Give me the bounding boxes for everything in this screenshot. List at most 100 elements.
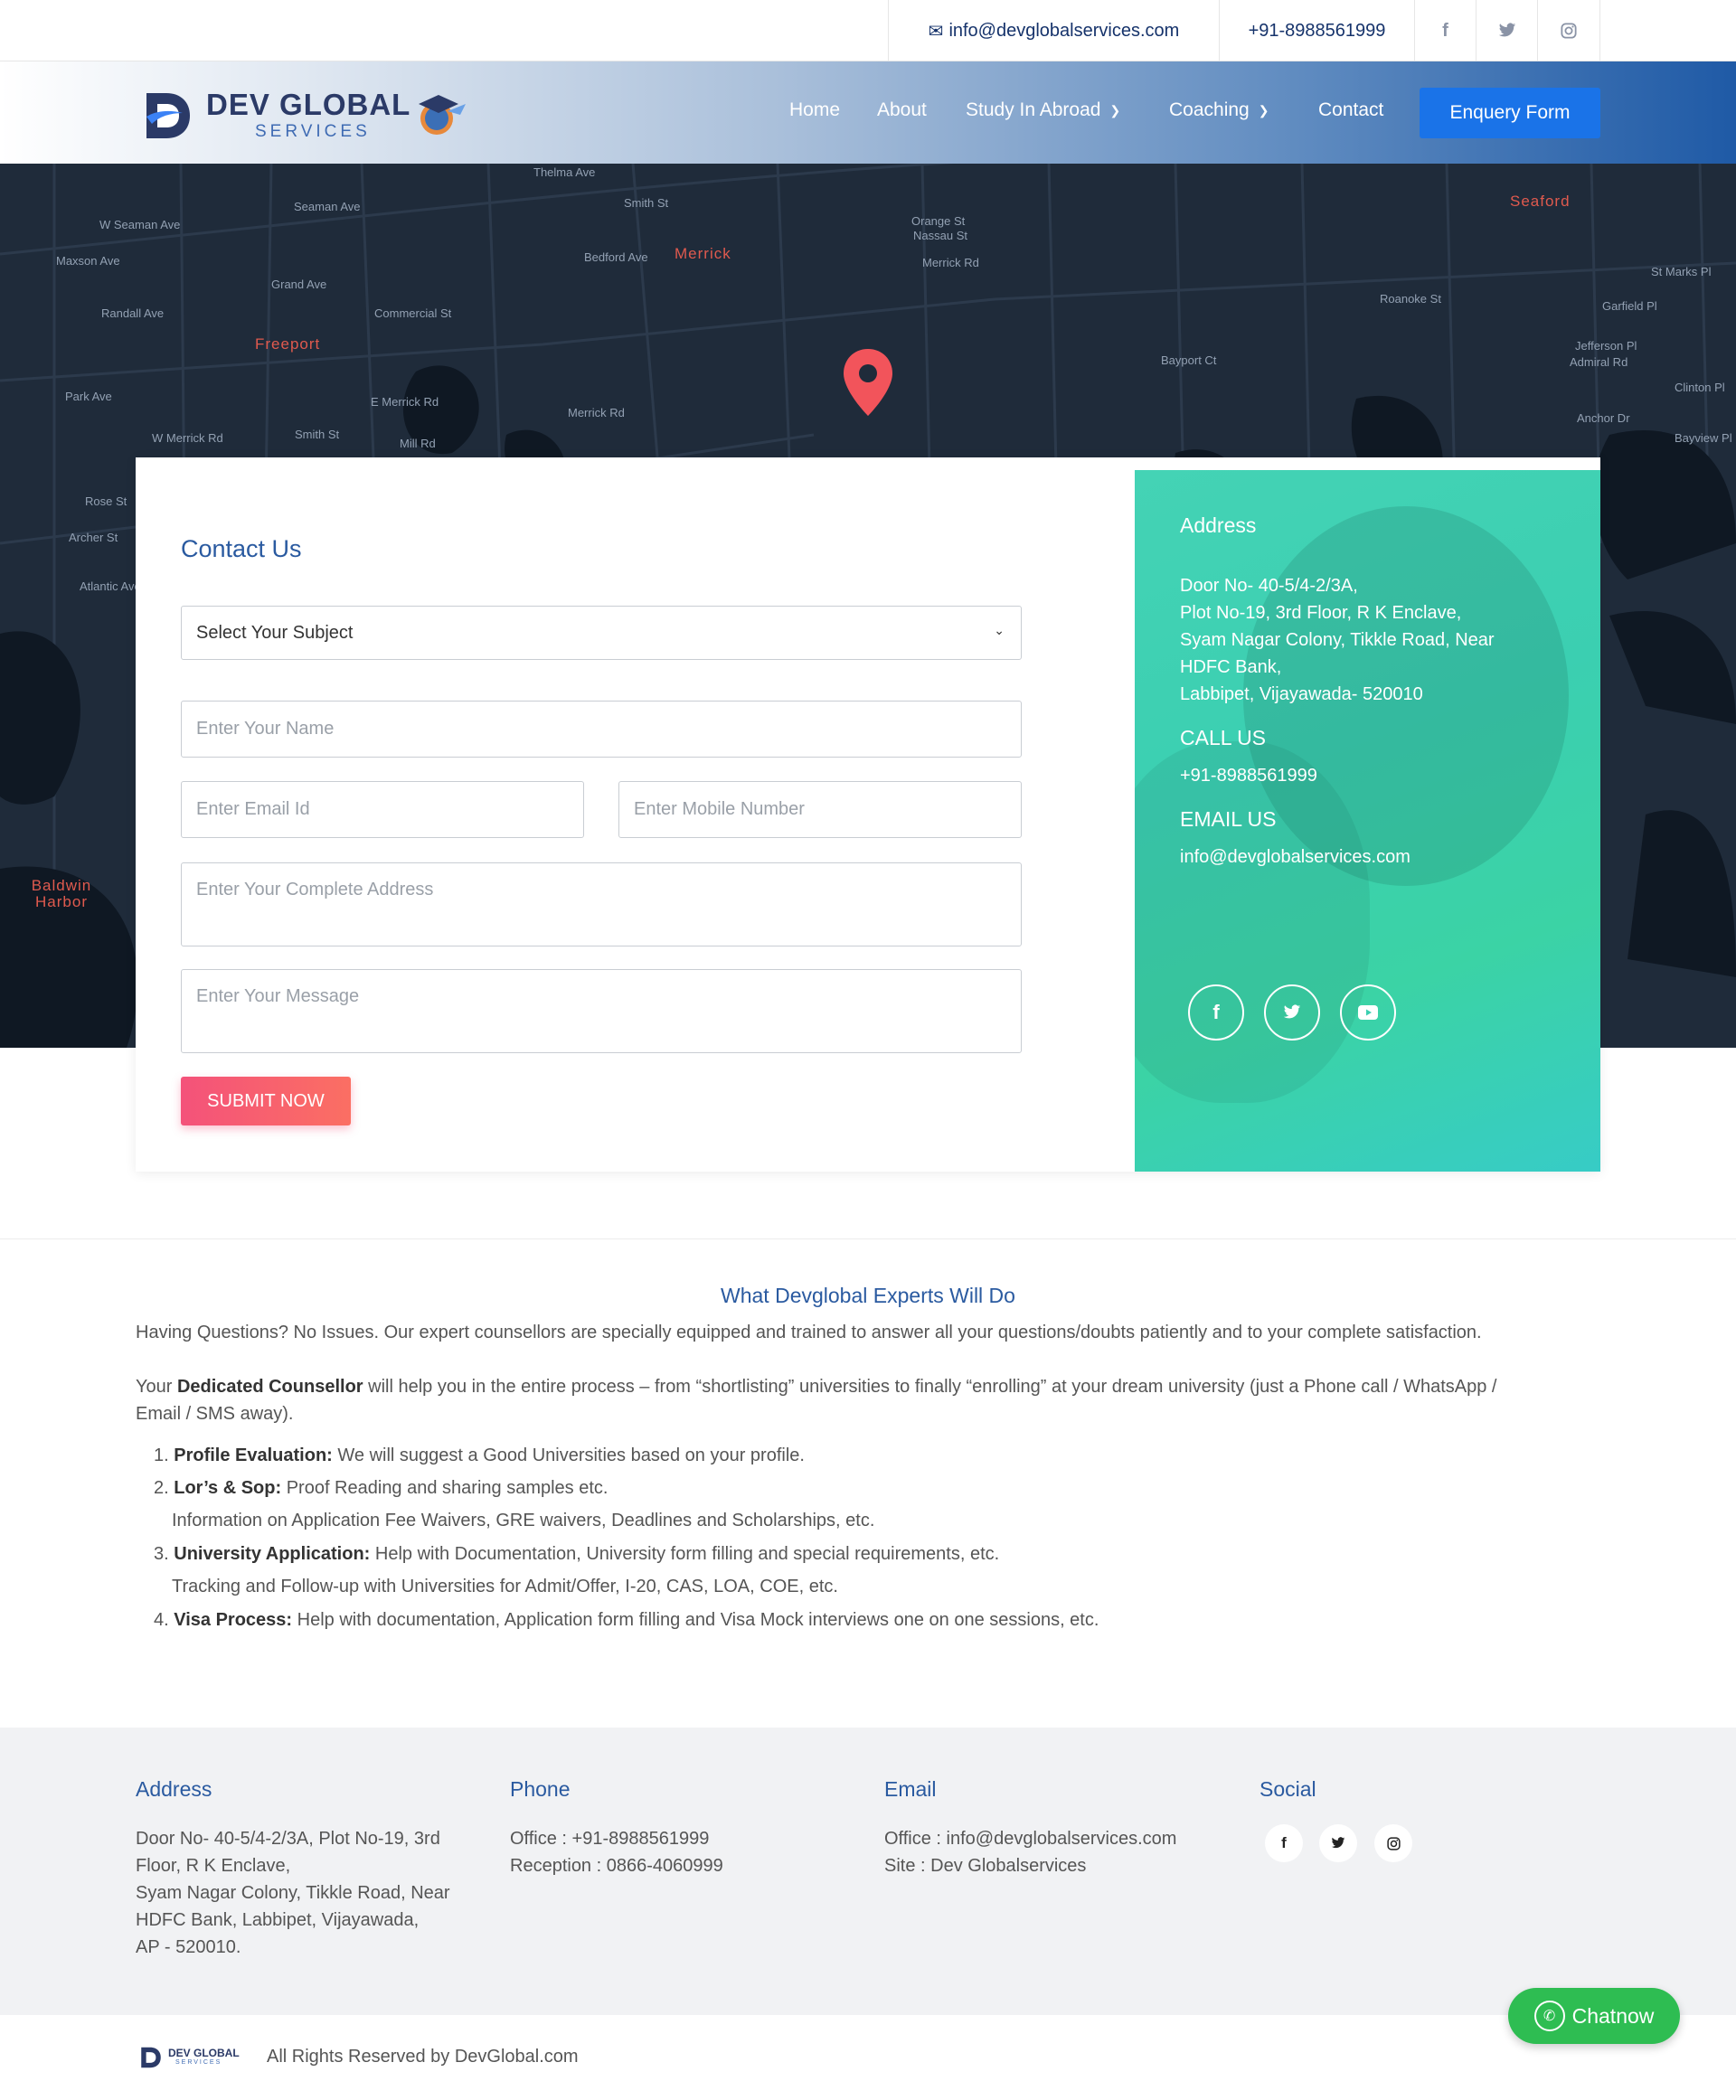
nav-study-abroad[interactable]: Study In Abroad ❯ — [966, 99, 1120, 121]
graduation-cap-icon — [419, 95, 466, 135]
footer-site: Site : Dev Globalservices — [884, 1856, 1087, 1876]
twitter-icon[interactable] — [1319, 1824, 1357, 1862]
message-placeholder: Enter Your Message — [196, 986, 360, 1006]
list-item-text: Help with documentation, Application for… — [292, 1610, 1099, 1630]
logo-d-icon — [146, 93, 190, 138]
map-label: Smith St — [624, 196, 669, 210]
map-label-merrick: Merrick — [675, 245, 731, 262]
enquiry-label: Enquery Form — [1449, 102, 1571, 123]
list-number: 2. — [154, 1478, 169, 1498]
top-bar: ✉ info@devglobalservices.com +91-8988561… — [0, 0, 1736, 61]
panel-photo-overlay — [1135, 741, 1370, 1103]
list-item: 1. Profile Evaluation: We will suggest a… — [154, 1446, 805, 1466]
map-label: Bayview Pl — [1675, 431, 1732, 445]
map-label: Bayport Ct — [1161, 353, 1217, 367]
contact-title: Contact Us — [181, 535, 302, 562]
nav-home[interactable]: Home — [789, 99, 840, 121]
map-label: Smith St — [295, 428, 340, 441]
map-label: E Merrick Rd — [371, 395, 439, 409]
footer-email-heading: Email — [884, 1777, 937, 1801]
facebook-icon[interactable]: f — [1414, 0, 1476, 61]
copyright-text: All Rights Reserved by DevGlobal.com — [267, 2047, 579, 2067]
info-email-link[interactable]: info@devglobalservices.com — [1180, 843, 1410, 871]
map-label-seaford: Seaford — [1510, 193, 1571, 210]
list-number: 4. — [154, 1610, 169, 1630]
map-label: Thelma Ave — [533, 165, 596, 179]
nav-about[interactable]: About — [877, 99, 927, 121]
info-address-line: Syam Nagar Colony, Tikkle Road, Near — [1180, 630, 1495, 650]
youtube-icon[interactable] — [1340, 984, 1396, 1041]
info-phone-link[interactable]: +91-8988561999 — [1180, 762, 1317, 789]
list-item: 2. Lor’s & Sop: Proof Reading and sharin… — [154, 1478, 608, 1499]
nav-home-label: Home — [789, 99, 841, 120]
twitter-icon[interactable] — [1264, 984, 1320, 1041]
footer-address-heading: Address — [136, 1777, 212, 1801]
list-item-subtext: Information on Application Fee Waivers, … — [172, 1511, 875, 1530]
brand-logo[interactable]: DEV GLOBAL SERVICES — [143, 86, 468, 146]
map-label: Clinton Pl — [1675, 381, 1725, 394]
info-address-line: Plot No-19, 3rd Floor, R K Enclave, — [1180, 603, 1462, 623]
logo-d-icon — [141, 2047, 161, 2068]
top-email-link[interactable]: ✉ info@devglobalservices.com — [888, 0, 1219, 61]
address-textarea[interactable]: Enter Your Complete Address — [181, 862, 1022, 946]
map-label: Randall Ave — [101, 306, 165, 320]
map-label: Orange St — [911, 214, 966, 228]
mobile-placeholder: Enter Mobile Number — [634, 799, 805, 819]
enquiry-form-button[interactable]: Enquery Form — [1420, 88, 1600, 138]
email-input[interactable]: Enter Email Id — [181, 781, 584, 838]
map-label: Atlantic Ave — [80, 579, 141, 593]
subject-value: Select Your Subject — [196, 622, 354, 643]
info-call-heading: CALL US — [1180, 726, 1267, 749]
map-label: Seaman Ave — [294, 200, 361, 213]
envelope-icon: ✉ — [928, 21, 944, 42]
footer-phone-heading: Phone — [510, 1777, 571, 1801]
name-input[interactable]: Enter Your Name — [181, 701, 1022, 758]
map-label: W Seaman Ave — [99, 218, 181, 231]
facebook-icon[interactable]: f — [1188, 984, 1244, 1041]
list-item-subtext: Tracking and Follow-up with Universities… — [172, 1577, 838, 1596]
instagram-icon[interactable] — [1374, 1824, 1412, 1862]
submit-button[interactable]: SUBMIT NOW — [181, 1077, 351, 1125]
twitter-icon[interactable] — [1476, 0, 1537, 61]
footer-office-email[interactable]: Office : info@devglobalservices.com — [884, 1825, 1176, 1852]
address-placeholder: Enter Your Complete Address — [196, 880, 434, 899]
nav-coaching-label: Coaching — [1169, 99, 1250, 120]
map-label: Jefferson Pl — [1575, 339, 1637, 353]
list-item-title: Visa Process: — [174, 1610, 293, 1630]
message-textarea[interactable]: Enter Your Message — [181, 969, 1022, 1053]
list-item-text: We will suggest a Good Universities base… — [332, 1446, 805, 1465]
top-phone-link[interactable]: +91-8988561999 — [1219, 0, 1414, 61]
nav-contact[interactable]: Contact — [1318, 99, 1383, 121]
map-label: Maxson Ave — [56, 254, 120, 268]
instagram-icon[interactable] — [1537, 0, 1600, 61]
chevron-down-icon: ❯ — [1258, 102, 1269, 118]
map-label: Park Ave — [65, 390, 112, 403]
section-divider — [0, 1238, 1736, 1239]
list-item-text: Proof Reading and sharing samples etc. — [281, 1478, 609, 1498]
chat-now-button[interactable]: ✆ Chatnow — [1508, 1988, 1680, 2044]
map-label: Roanoke St — [1380, 292, 1441, 306]
p2-pre: Your — [136, 1377, 177, 1397]
info-address-heading: Address — [1180, 513, 1257, 537]
top-email-text: info@devglobalservices.com — [948, 20, 1180, 41]
footer-social-heading: Social — [1260, 1777, 1316, 1801]
footer-address-line: Floor, R K Enclave, — [136, 1856, 291, 1876]
mobile-input[interactable]: Enter Mobile Number — [618, 781, 1022, 838]
chat-label: Chatnow — [1571, 2003, 1655, 2028]
footer-address-line: Syam Nagar Colony, Tikkle Road, Near — [136, 1883, 450, 1903]
footer-logo[interactable]: DEV GLOBAL SERVICES — [139, 2045, 248, 2070]
list-item-title: Lor’s & Sop: — [174, 1478, 282, 1498]
subject-select[interactable]: Select Your Subject ⌄ — [181, 606, 1022, 660]
footer-reception-phone[interactable]: Reception : 0866-4060999 — [510, 1852, 723, 1879]
footer-office-phone[interactable]: Office : +91-8988561999 — [510, 1825, 709, 1852]
map-label: W Merrick Rd — [152, 431, 223, 445]
top-phone-text: +91-8988561999 — [1248, 20, 1386, 41]
experts-title: What Devglobal Experts Will Do — [721, 1284, 1015, 1307]
nav-coaching[interactable]: Coaching ❯ — [1169, 99, 1269, 121]
map-label: Commercial St — [374, 306, 452, 320]
nav-contact-label: Contact — [1318, 99, 1384, 120]
copyright-bar — [0, 2015, 1736, 2100]
facebook-icon[interactable]: f — [1265, 1824, 1303, 1862]
email-placeholder: Enter Email Id — [196, 799, 310, 819]
footer-address-line: AP - 520010. — [136, 1937, 241, 1957]
